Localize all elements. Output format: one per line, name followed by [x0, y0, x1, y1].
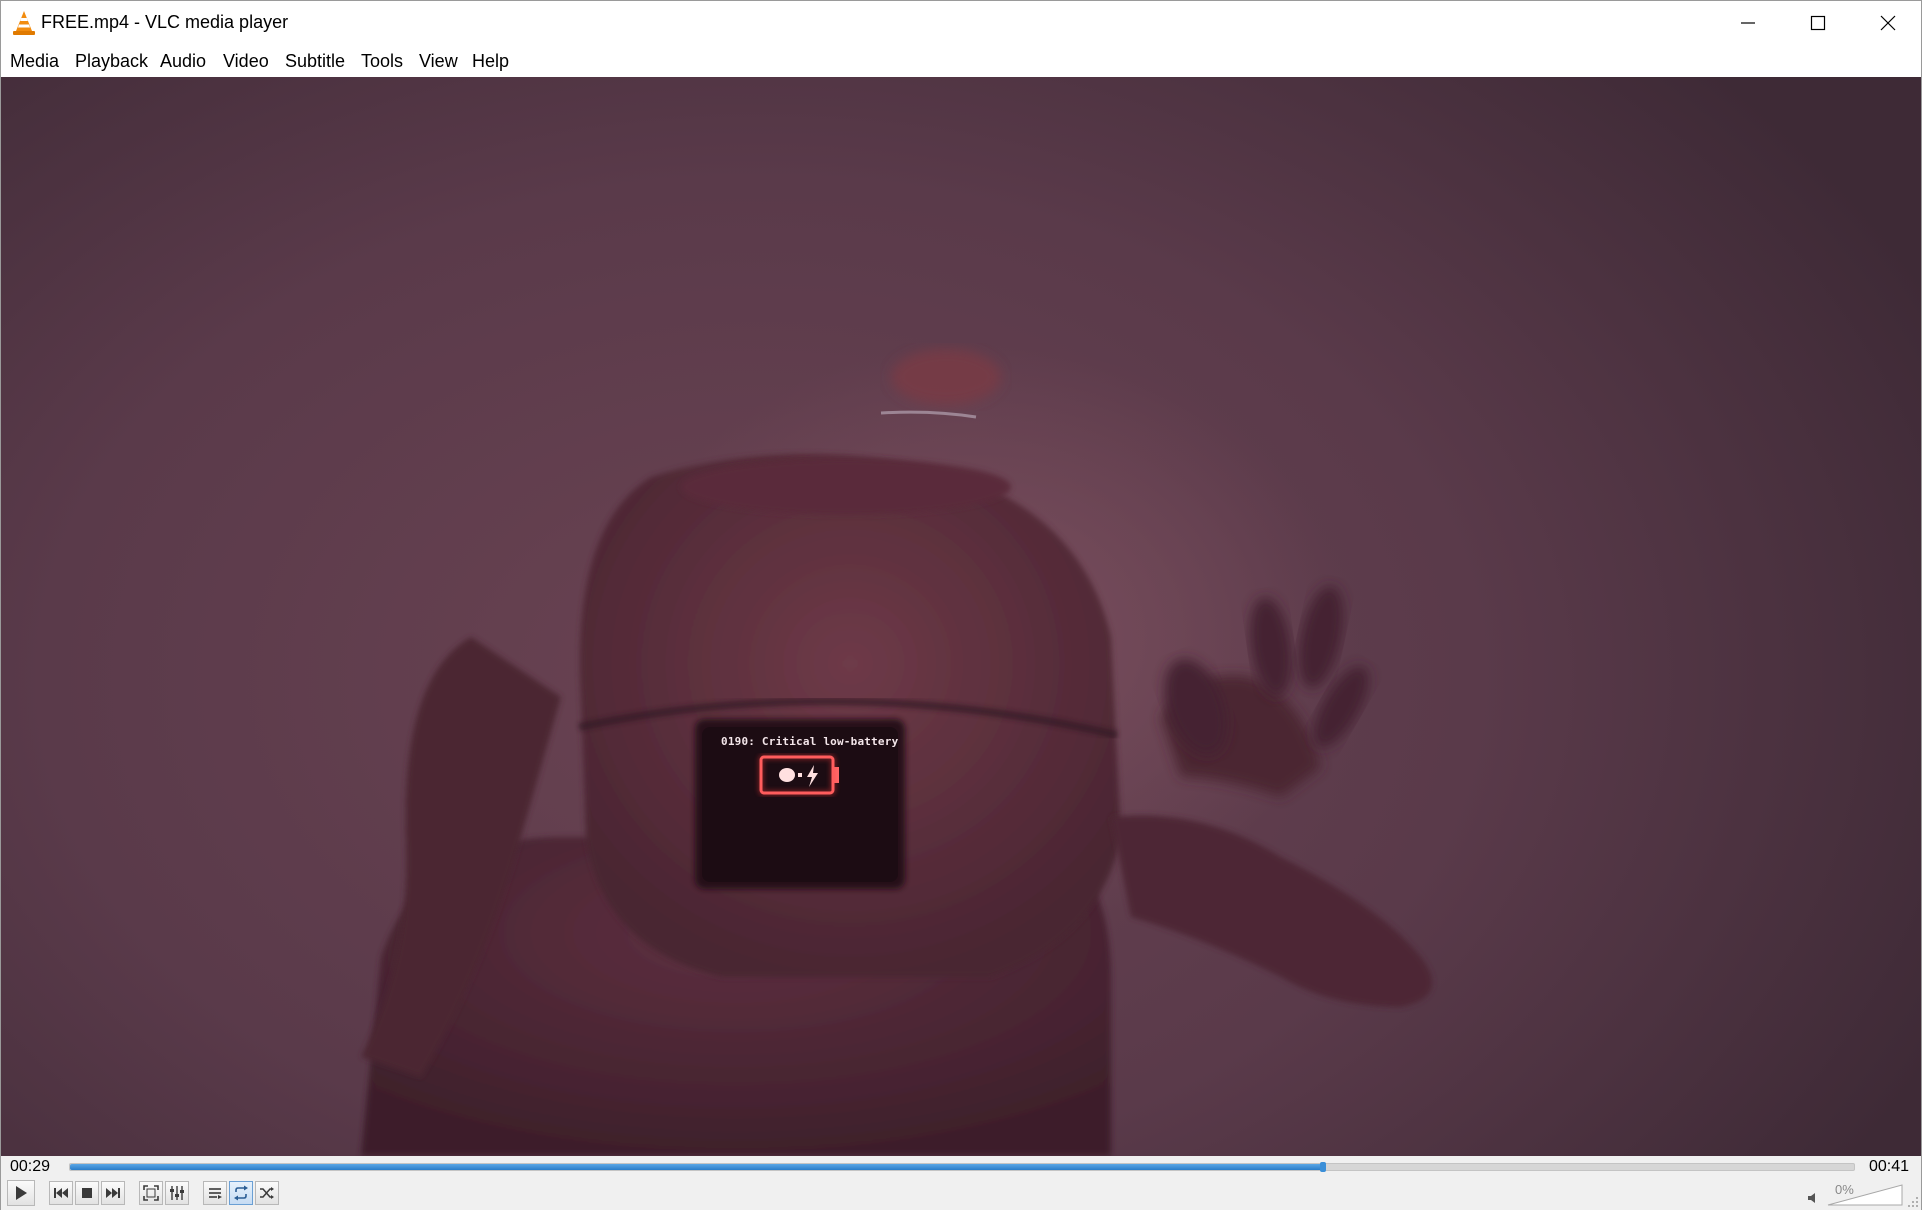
- shuffle-icon: [260, 1187, 274, 1199]
- volume-percent: 0%: [1835, 1182, 1854, 1197]
- close-button[interactable]: [1853, 1, 1922, 45]
- battery-warning-text: 0190: Critical low-battery: [721, 735, 899, 748]
- menu-tools[interactable]: Tools: [361, 51, 403, 72]
- menu-subtitle[interactable]: Subtitle: [285, 51, 345, 72]
- seek-slider[interactable]: [69, 1162, 1855, 1172]
- menu-audio[interactable]: Audio: [160, 51, 206, 72]
- loop-icon: [234, 1185, 248, 1201]
- menu-media[interactable]: Media: [10, 51, 59, 72]
- menu-bar: Media Playback Audio Video Subtitle Tool…: [1, 45, 1921, 77]
- extended-settings-icon: [170, 1186, 184, 1200]
- seek-row: 00:29 00:41: [1, 1156, 1921, 1178]
- fullscreen-icon: [143, 1185, 159, 1201]
- seek-progress: [70, 1164, 1324, 1170]
- fullscreen-button[interactable]: [139, 1181, 163, 1205]
- play-button[interactable]: [7, 1180, 35, 1206]
- maximize-icon: [1810, 15, 1826, 31]
- stop-button[interactable]: [75, 1181, 99, 1205]
- play-icon: [16, 1186, 27, 1200]
- close-icon: [1880, 15, 1896, 31]
- video-frame-robot: [361, 349, 1433, 1156]
- minimize-button[interactable]: [1713, 1, 1783, 45]
- elapsed-time: 00:29: [10, 1158, 51, 1175]
- next-icon: [106, 1188, 120, 1198]
- next-button[interactable]: [101, 1181, 125, 1205]
- minimize-icon: [1741, 22, 1755, 24]
- previous-icon: [54, 1188, 68, 1198]
- window-title: FREE.mp4 - VLC media player: [41, 12, 289, 32]
- stop-icon: [82, 1188, 92, 1198]
- vlc-window: FREE.mp4 - VLC media player Media Playba…: [0, 0, 1922, 1210]
- menu-playback[interactable]: Playback: [75, 51, 148, 72]
- playlist-icon: [209, 1188, 222, 1199]
- playlist-button[interactable]: [203, 1181, 227, 1205]
- menu-view[interactable]: View: [419, 51, 458, 72]
- loop-button[interactable]: [229, 1181, 253, 1205]
- shuffle-button[interactable]: [255, 1181, 279, 1205]
- title-bar[interactable]: FREE.mp4 - VLC media player: [1, 1, 1921, 45]
- total-time: 00:41: [1869, 1158, 1910, 1175]
- maximize-button[interactable]: [1783, 1, 1853, 45]
- speaker-icon[interactable]: [1807, 1192, 1819, 1204]
- vlc-cone-icon: [13, 11, 35, 35]
- controls-bar: 0%: [1, 1178, 1921, 1210]
- extended-settings-button[interactable]: [165, 1181, 189, 1205]
- menu-video[interactable]: Video: [223, 51, 269, 72]
- seek-handle[interactable]: [1320, 1162, 1327, 1172]
- resize-grip-icon[interactable]: [1907, 1196, 1919, 1208]
- video-surface[interactable]: 0190: Critical low-battery: [1, 77, 1921, 1156]
- previous-button[interactable]: [49, 1181, 73, 1205]
- menu-help[interactable]: Help: [472, 51, 509, 72]
